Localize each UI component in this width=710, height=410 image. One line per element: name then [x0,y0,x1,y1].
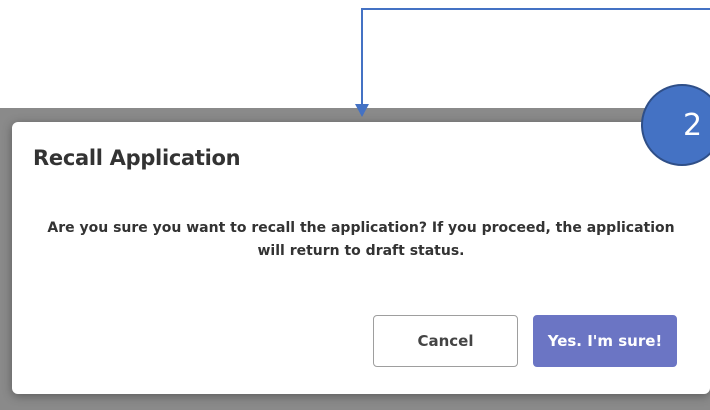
cancel-button[interactable]: Cancel [373,315,518,367]
recall-application-dialog: Recall Application Are you sure you want… [12,122,710,394]
dialog-title: Recall Application [33,146,241,170]
dialog-message: Are you sure you want to recall the appl… [47,220,675,259]
screenshot-page: Recall Application Are you sure you want… [0,0,710,410]
confirm-button[interactable]: Yes. I'm sure! [533,315,677,367]
